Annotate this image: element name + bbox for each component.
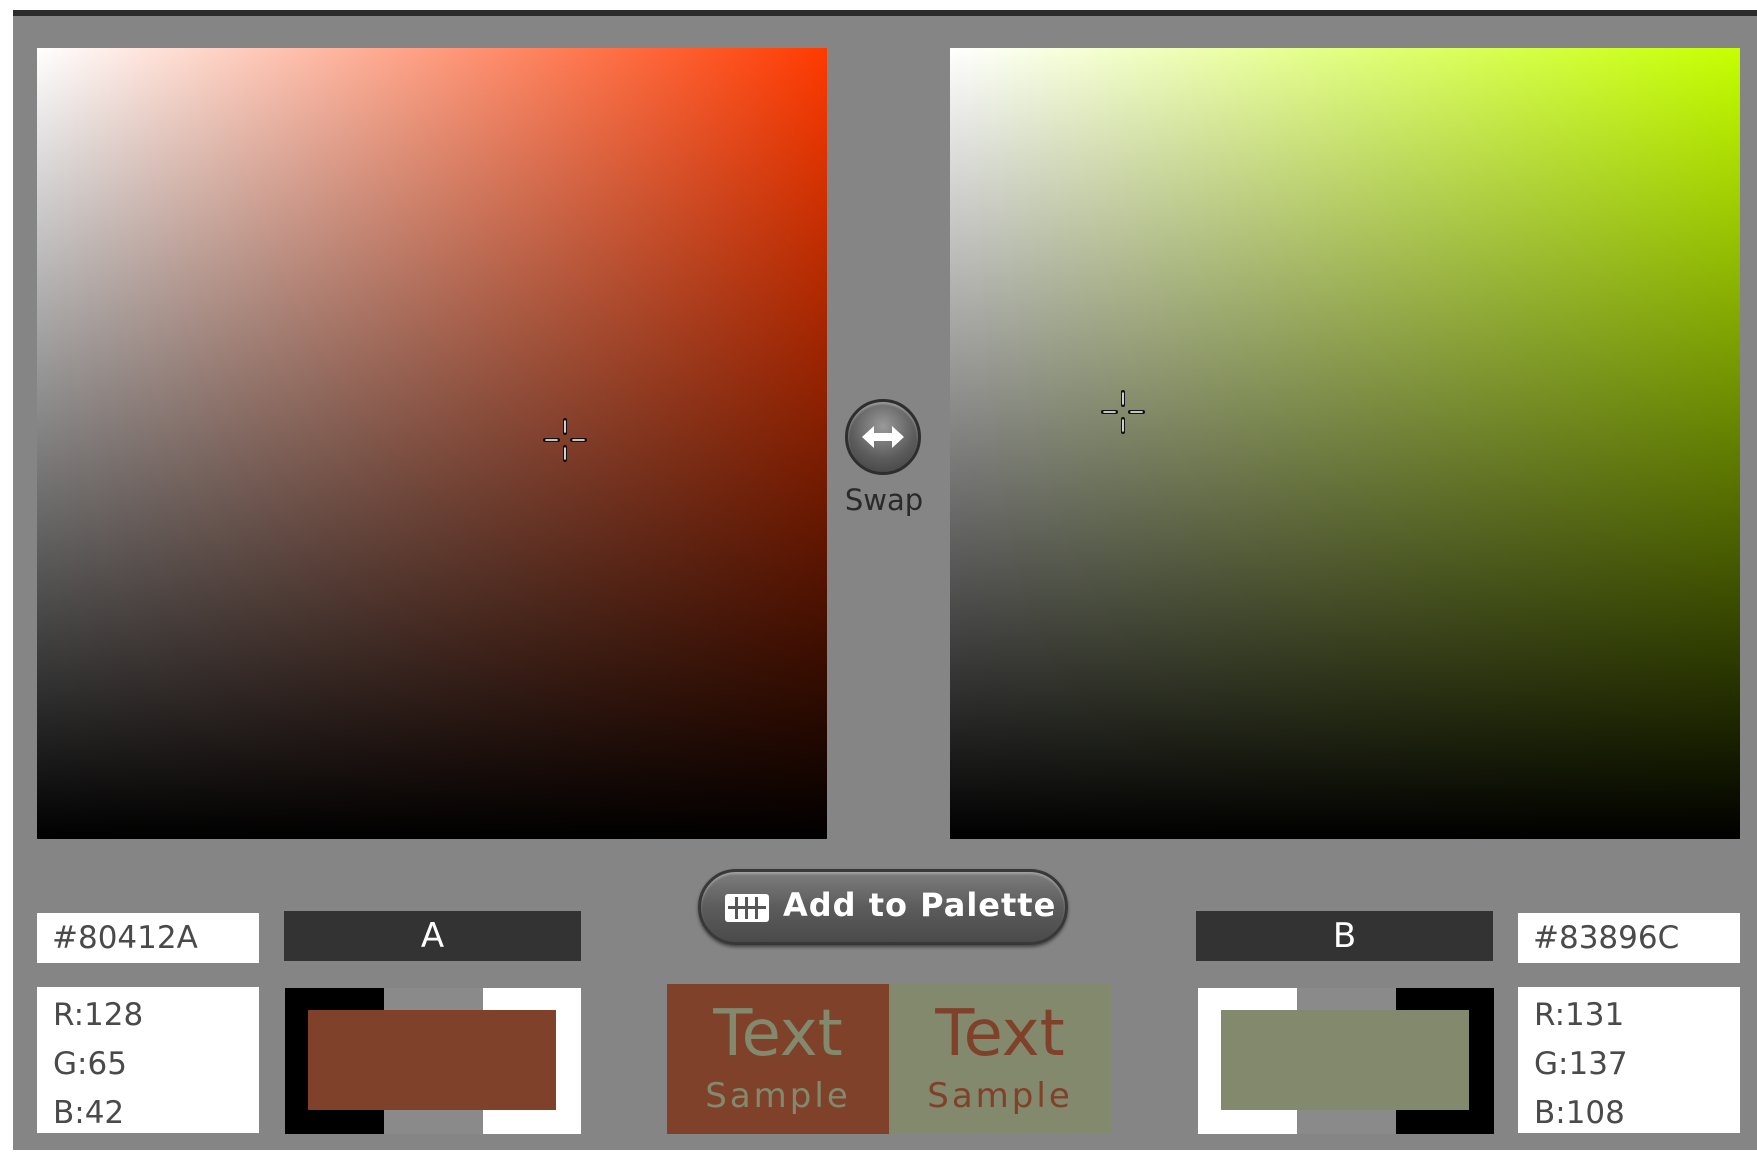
color-b-preview: [1221, 1010, 1469, 1110]
swap-arrows-icon: [862, 426, 904, 448]
text-sample-on-a: Text Sample: [667, 984, 889, 1134]
palette-grid-icon: [725, 894, 769, 922]
color-b-label: B: [1196, 911, 1493, 961]
swap-button[interactable]: Swap: [841, 399, 927, 529]
rgb-b-value: B:42: [53, 1095, 125, 1131]
text-sample-preview: Text Sample Text Sample: [667, 984, 1111, 1134]
text-sample-on-b: Text Sample: [889, 984, 1111, 1134]
add-to-palette-label: Add to Palette: [783, 886, 1057, 924]
swap-label: Swap: [844, 483, 924, 517]
crosshair-icon[interactable]: [541, 416, 589, 464]
color-a-preview: [308, 1010, 556, 1110]
color-scheme-app: Swap Add to Palette R:128 G:65 B:42 R:13…: [13, 10, 1757, 1150]
hex-input-b[interactable]: [1518, 913, 1740, 963]
swap-circle[interactable]: [845, 399, 921, 475]
rgb-readout-a: R:128 G:65 B:42: [37, 987, 259, 1133]
text-sample-small: Sample: [927, 1076, 1073, 1116]
rgb-r-value: R:131: [1534, 997, 1625, 1033]
text-sample-small: Sample: [705, 1076, 851, 1116]
color-a-label: A: [284, 911, 581, 961]
rgb-g-value: G:137: [1534, 1046, 1628, 1082]
rgb-r-value: R:128: [53, 997, 144, 1033]
rgb-g-value: G:65: [53, 1046, 127, 1082]
add-to-palette-button[interactable]: Add to Palette: [698, 869, 1068, 945]
rgb-readout-b: R:131 G:137 B:108: [1518, 987, 1740, 1133]
text-sample-large: Text: [935, 997, 1065, 1071]
hex-input-a[interactable]: [37, 913, 259, 963]
crosshair-icon[interactable]: [1099, 388, 1147, 436]
text-sample-large: Text: [713, 997, 843, 1071]
color-picker-a[interactable]: [37, 48, 827, 839]
rgb-b-value: B:108: [1534, 1095, 1625, 1131]
color-a-swatch: [285, 988, 581, 1134]
color-b-swatch: [1198, 988, 1494, 1134]
color-picker-b[interactable]: [950, 48, 1740, 839]
